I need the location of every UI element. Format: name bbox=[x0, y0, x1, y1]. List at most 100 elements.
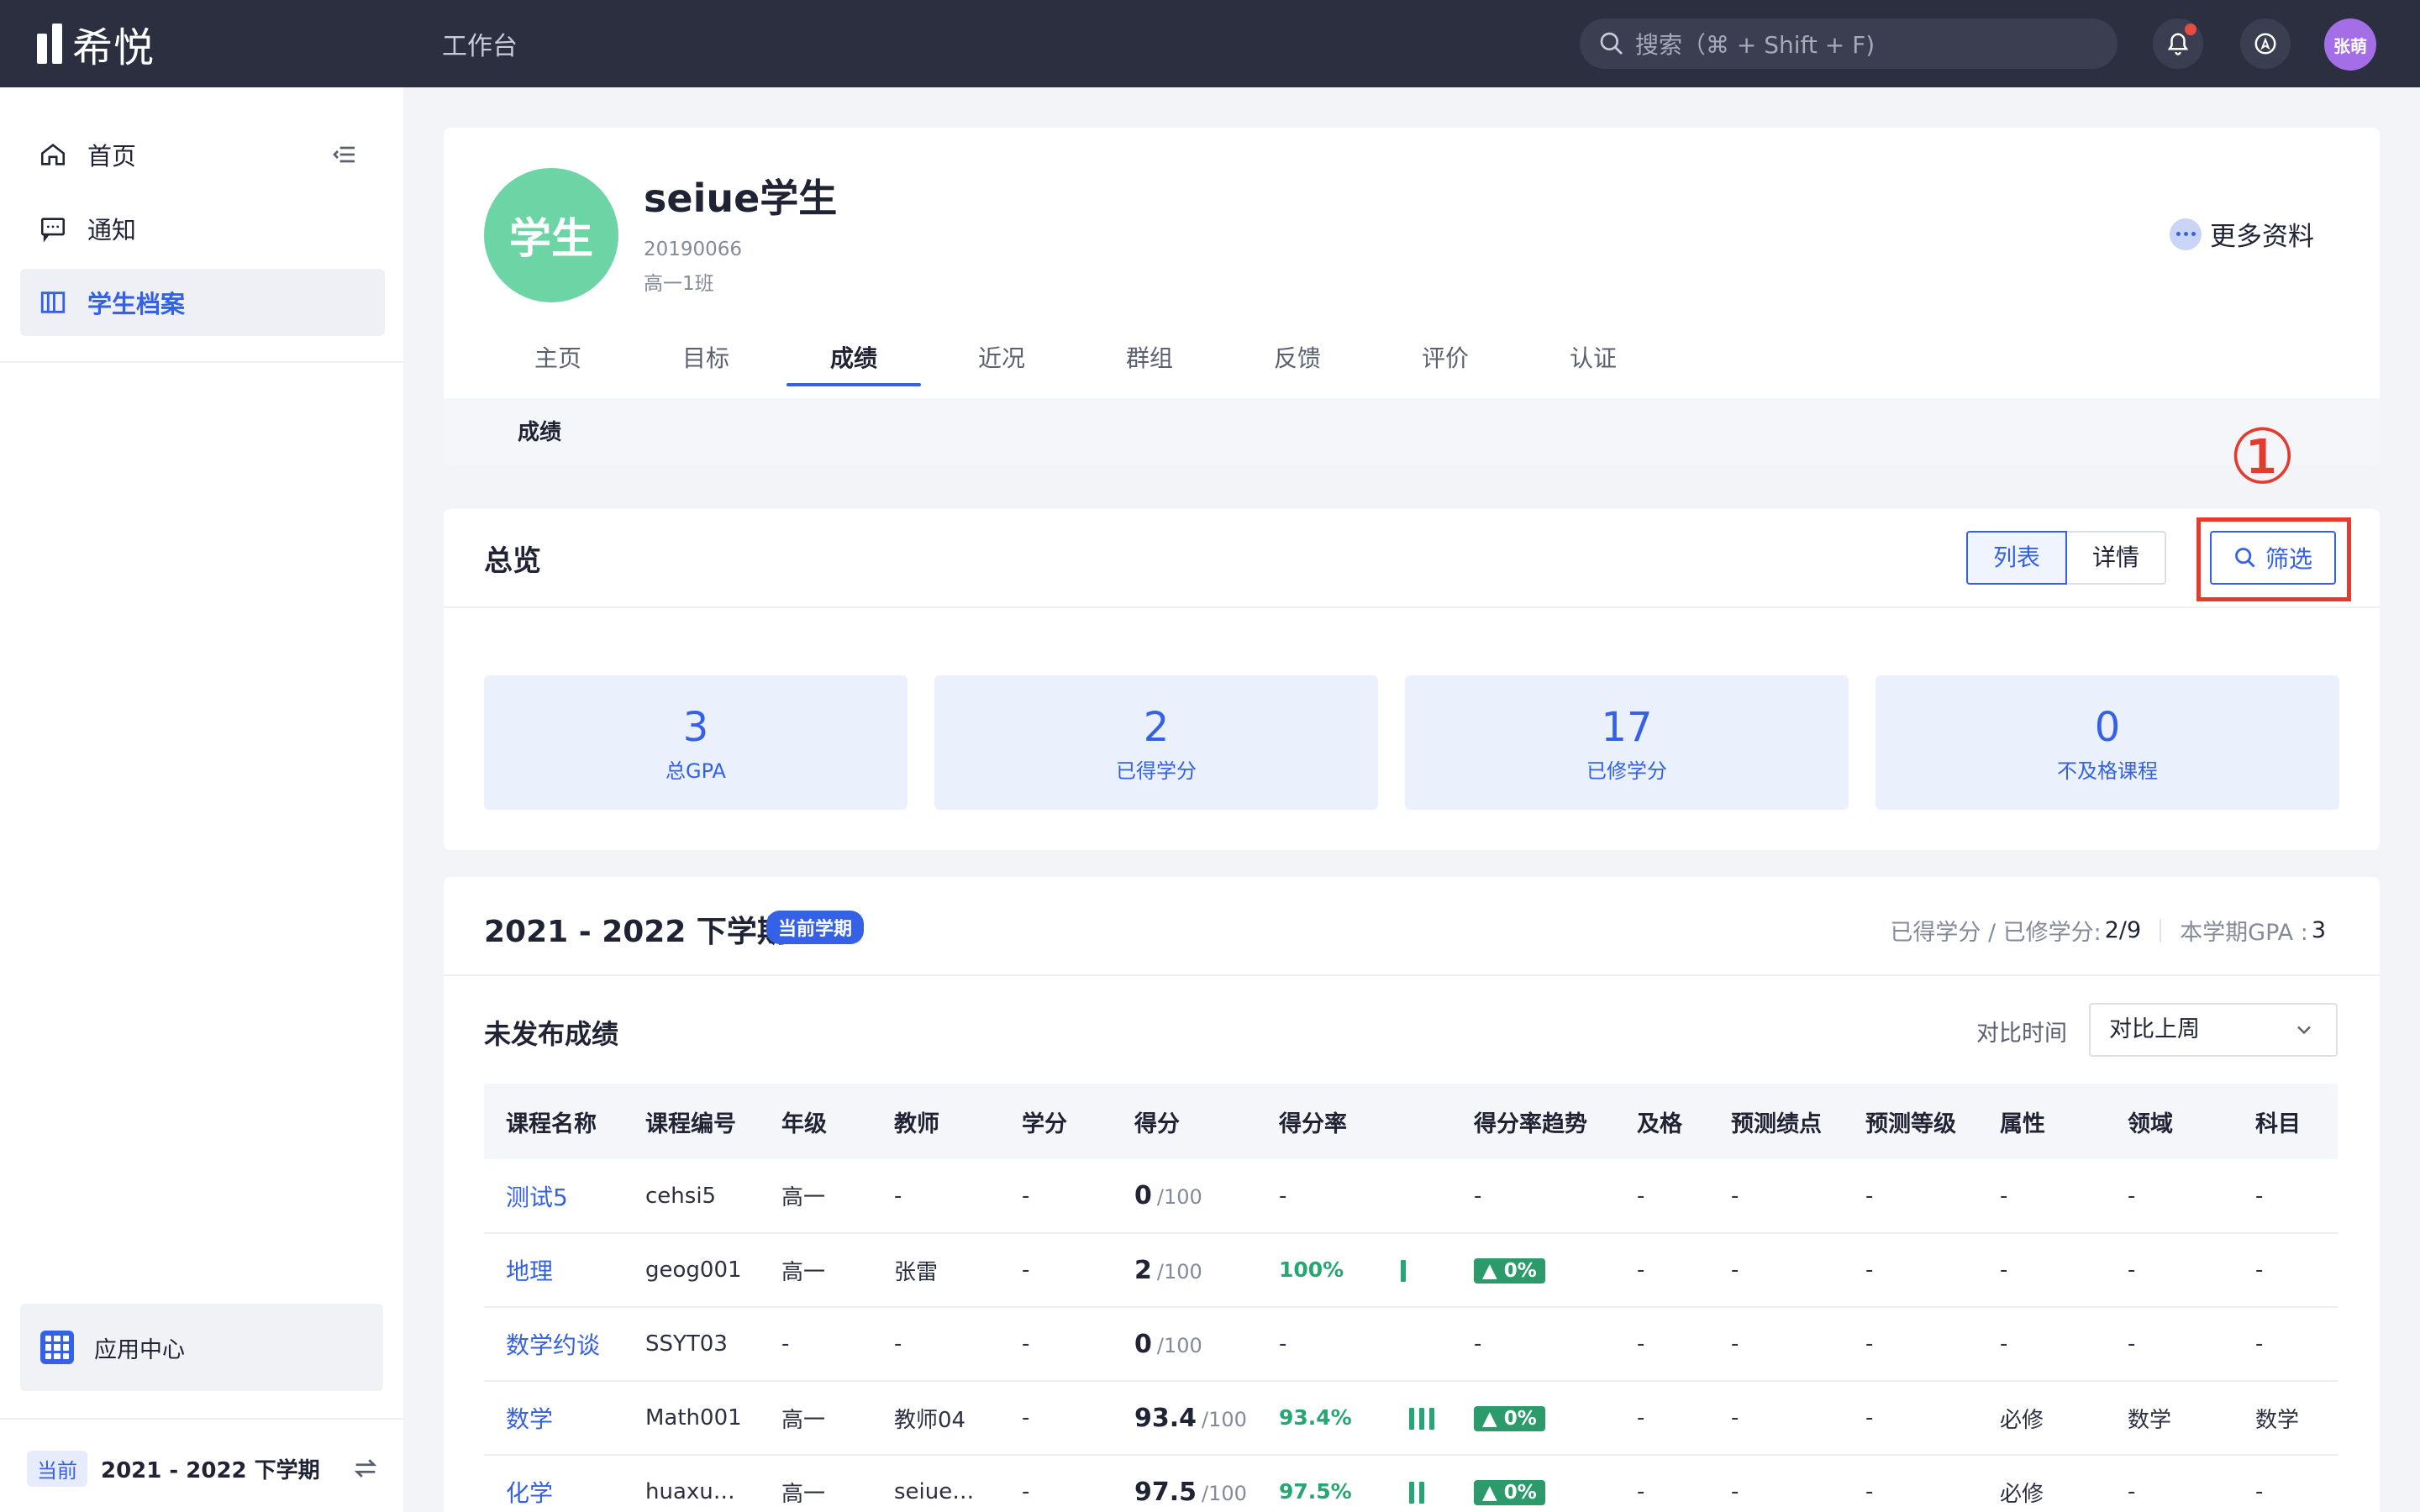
stat-label: 已得学分 bbox=[1116, 759, 1197, 783]
term-switcher[interactable]: 当前 2021 - 2022 下学期 bbox=[27, 1448, 380, 1488]
app-logo[interactable]: 希悦 bbox=[37, 20, 155, 71]
compass-icon bbox=[2254, 33, 2276, 55]
rate-cell: 93.4% bbox=[1257, 1381, 1452, 1455]
compare-select[interactable]: 对比上周 bbox=[2089, 1003, 2338, 1057]
search-input[interactable]: 搜索（⌘ + Shift + F) bbox=[1580, 18, 2118, 69]
predicted-level-cell: - bbox=[1865, 1405, 1874, 1431]
student-name: seiue学生 bbox=[644, 176, 838, 221]
sidebar-item-home[interactable]: 首页 bbox=[20, 121, 385, 188]
course-name-link[interactable]: 数学约谈 bbox=[484, 1307, 623, 1381]
notification-button[interactable] bbox=[2153, 18, 2203, 69]
course-code-cell: SSYT03 bbox=[645, 1331, 728, 1357]
grade-cell: - bbox=[781, 1331, 790, 1357]
sidebar-item-notice[interactable]: 通知 bbox=[20, 195, 385, 262]
table-body: 测试5 cehsi5 高一 - -0/100- - - - - - - - 地理 geog001 高一 张雷 -… bbox=[484, 1159, 2338, 1512]
attribute-cell: - bbox=[2000, 1257, 2008, 1283]
column-header: 预测绩点 bbox=[1731, 1110, 1822, 1137]
logo-text: 希悦 bbox=[72, 24, 155, 71]
divider bbox=[444, 606, 2380, 608]
semester-card: 2021 - 2022 下学期 当前学期 已得学分 / 已修学分: 2/9 本学… bbox=[444, 877, 2380, 1512]
credit-cell: - bbox=[1022, 1479, 1030, 1504]
trend-badge: ▲ 0% bbox=[1474, 1479, 1545, 1505]
more-info-button[interactable]: 更多资料 bbox=[2170, 215, 2314, 253]
tab-recent[interactable]: 近况 bbox=[928, 338, 1076, 388]
rate-value: 97.5% bbox=[1279, 1479, 1352, 1504]
view-toggle: 列表 详情 bbox=[1966, 531, 2167, 585]
archive-icon bbox=[40, 291, 66, 313]
course-name-link[interactable]: 数学 bbox=[484, 1381, 623, 1455]
rate-bars-icon bbox=[1408, 1481, 1424, 1504]
tab-home[interactable]: 主页 bbox=[484, 338, 632, 388]
course-name-link[interactable]: 地理 bbox=[484, 1233, 623, 1307]
gpa-label: 本学期GPA : bbox=[2180, 920, 2308, 946]
column-header: 学分 bbox=[1022, 1110, 1067, 1137]
view-list-button[interactable]: 列表 bbox=[1966, 531, 2068, 585]
score-value: 97.5 bbox=[1134, 1477, 1197, 1507]
trend-badge: - bbox=[1474, 1331, 1482, 1357]
score-value: 0 bbox=[1134, 1329, 1152, 1359]
course-code-cell: geog001 bbox=[645, 1257, 742, 1283]
workbench-link[interactable]: 工作台 bbox=[442, 25, 518, 62]
tab-groups[interactable]: 群组 bbox=[1076, 338, 1223, 388]
subject-cell: - bbox=[2255, 1331, 2264, 1357]
column-header: 年级 bbox=[781, 1110, 827, 1137]
score-cell: 0/100 bbox=[1113, 1307, 1257, 1381]
view-detail-button[interactable]: 详情 bbox=[2067, 531, 2167, 585]
current-term-tag: 当前 bbox=[27, 1450, 87, 1487]
divider bbox=[444, 974, 2380, 976]
tab-grades[interactable]: 成绩 bbox=[780, 338, 928, 388]
sidebar-item-label: 通知 bbox=[87, 216, 137, 244]
rate-value: - bbox=[1279, 1183, 1287, 1209]
predicted-gpa-cell: - bbox=[1731, 1183, 1739, 1209]
current-semester-badge: 当前学期 bbox=[766, 911, 865, 944]
grade-cell: 高一 bbox=[781, 1259, 826, 1285]
credits-label: 已得学分 / 已修学分: bbox=[1890, 920, 2102, 946]
pass-cell: - bbox=[1637, 1257, 1645, 1283]
predicted-level-cell: - bbox=[1865, 1183, 1874, 1209]
rate-bars-icon bbox=[1408, 1407, 1434, 1430]
score-max: /100 bbox=[1202, 1481, 1247, 1505]
predicted-gpa-cell: - bbox=[1731, 1405, 1739, 1431]
trend-badge: ▲ 0% bbox=[1474, 1405, 1545, 1431]
trend-cell: - bbox=[1452, 1307, 1615, 1381]
credit-cell: - bbox=[1022, 1331, 1030, 1357]
rate-bars-icon bbox=[1401, 1259, 1407, 1282]
tab-certification[interactable]: 认证 bbox=[1519, 338, 1667, 388]
search-icon bbox=[2235, 548, 2255, 568]
pass-cell: - bbox=[1637, 1183, 1645, 1209]
student-id: 20190066 bbox=[644, 239, 743, 260]
subtab-grades[interactable]: 成绩 bbox=[518, 415, 561, 446]
tab-goals[interactable]: 目标 bbox=[632, 338, 780, 388]
stat-failed-courses: 0 不及格课程 bbox=[1876, 675, 2339, 810]
column-header: 领域 bbox=[2128, 1110, 2173, 1137]
tab-evaluation[interactable]: 评价 bbox=[1371, 338, 1519, 388]
column-header: 属性 bbox=[2000, 1110, 2045, 1137]
filter-button[interactable]: 筛选 bbox=[2210, 531, 2336, 585]
stat-value: 0 bbox=[2094, 704, 2121, 751]
chevron-down-icon bbox=[2297, 1026, 2311, 1035]
score-cell: 93.4/100 bbox=[1113, 1381, 1257, 1455]
unpublished-grades-title: 未发布成绩 bbox=[484, 1018, 619, 1050]
score-value: 2 bbox=[1134, 1255, 1152, 1285]
column-header: 得分率趋势 bbox=[1474, 1110, 1587, 1137]
teacher-cell: 教师04 bbox=[894, 1407, 966, 1433]
rate-value: 100% bbox=[1279, 1257, 1344, 1282]
search-icon bbox=[1600, 32, 1623, 55]
divider bbox=[2160, 918, 2162, 942]
swap-icon[interactable] bbox=[351, 1454, 380, 1483]
score-cell: 97.5/100 bbox=[1113, 1455, 1257, 1512]
sidebar-item-student-archive[interactable]: 学生档案 bbox=[20, 269, 385, 336]
sidebar: 首页 通知 学生档案 应用中心 当前 2021 - 2022 下学期 bbox=[0, 87, 403, 1512]
column-header: 科目 bbox=[2255, 1110, 2301, 1137]
tab-feedback[interactable]: 反馈 bbox=[1223, 338, 1371, 388]
subject-cell: - bbox=[2255, 1479, 2264, 1504]
app-center-button[interactable]: 应用中心 bbox=[20, 1304, 383, 1391]
course-name-link[interactable]: 化学 bbox=[484, 1455, 623, 1512]
course-name-link[interactable]: 测试5 bbox=[484, 1159, 623, 1233]
user-avatar[interactable]: 张萌 bbox=[2324, 18, 2376, 71]
help-button[interactable] bbox=[2240, 18, 2291, 69]
predicted-level-cell: - bbox=[1865, 1257, 1874, 1283]
collapse-sidebar-icon[interactable] bbox=[331, 141, 358, 168]
grade-cell: 高一 bbox=[781, 1407, 826, 1433]
teacher-cell: seiue… bbox=[894, 1479, 975, 1504]
